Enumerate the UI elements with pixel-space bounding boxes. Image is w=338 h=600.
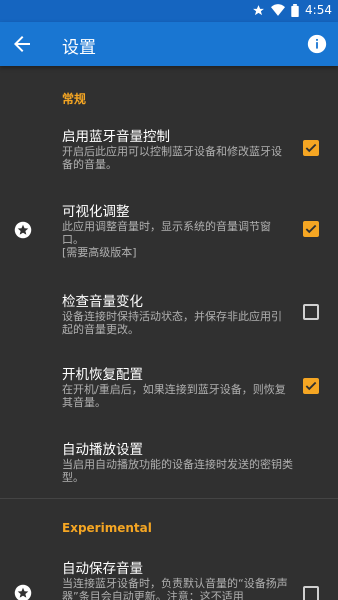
info-icon[interactable] (306, 33, 328, 55)
category-experimental: Experimental (62, 521, 152, 535)
star-icon (14, 221, 32, 239)
battery-icon (291, 3, 299, 17)
clock: 4:54 (305, 3, 332, 17)
pref-summary: 设备连接时保持活动状态，并保存非此应用引起的音量更改。 (62, 310, 282, 336)
checkbox-checked[interactable] (303, 221, 319, 237)
wifi-icon (271, 4, 286, 16)
pref-check-volume-change[interactable]: 检查音量变化 设备连接时保持活动状态，并保存非此应用引起的音量更改。 (0, 274, 338, 346)
pref-title: 自动播放设置 (62, 442, 143, 458)
back-arrow-icon[interactable] (10, 32, 34, 56)
settings-list: 常规 启用蓝牙音量控制 开启后此应用可以控制蓝牙设备和修改蓝牙设备的音量。 可视… (0, 66, 338, 600)
pref-autoplay-settings[interactable]: 自动播放设置 当启用自动播放功能的设备连接时发送的密钥类型。 (0, 418, 338, 498)
star-icon (252, 4, 265, 17)
checkbox-checked[interactable] (303, 140, 319, 156)
app-bar: 设置 (0, 22, 338, 66)
category-general: 常规 (62, 92, 87, 106)
checkbox-checked[interactable] (303, 378, 319, 394)
pref-bluetooth-volume-control[interactable]: 启用蓝牙音量控制 开启后此应用可以控制蓝牙设备和修改蓝牙设备的音量。 (0, 116, 338, 188)
pref-title: 检查音量变化 (62, 294, 143, 310)
pref-summary: 当连接蓝牙设备时，负责默认音量的“设备扬声器”条目会自动更新。注意：这不适用 (62, 577, 288, 600)
pref-title: 自动保存音量 (62, 561, 143, 577)
pref-summary: 开启后此应用可以控制蓝牙设备和修改蓝牙设备的音量。 (62, 145, 282, 171)
pref-summary: 此应用调整音量时，显示系统的音量调节窗口。 (62, 220, 271, 246)
page-title: 设置 (62, 38, 96, 58)
pref-visual-adjust[interactable]: 可视化调整 此应用调整音量时，显示系统的音量调节窗口。 [需要高级版本] (0, 188, 338, 274)
pref-title: 可视化调整 (62, 204, 130, 220)
pref-summary: 当启用自动播放功能的设备连接时发送的密钥类型。 (62, 458, 293, 484)
section-divider (0, 498, 338, 499)
star-icon (14, 584, 32, 600)
pref-title: 启用蓝牙音量控制 (62, 129, 170, 145)
pref-restore-on-boot[interactable]: 开机恢复配置 在开机/重启后，如果连接到蓝牙设备，则恢复其音量。 (0, 346, 338, 418)
checkbox-unchecked[interactable] (303, 586, 319, 600)
pref-auto-save-volume[interactable]: 自动保存音量 当连接蓝牙设备时，负责默认音量的“设备扬声器”条目会自动更新。注意… (0, 546, 338, 600)
pref-summary: 在开机/重启后，如果连接到蓝牙设备，则恢复其音量。 (62, 383, 286, 409)
status-bar: 4:54 (0, 0, 338, 22)
checkbox-unchecked[interactable] (303, 304, 319, 320)
pref-premium-note: [需要高级版本] (62, 246, 137, 259)
pref-title: 开机恢复配置 (62, 367, 143, 383)
